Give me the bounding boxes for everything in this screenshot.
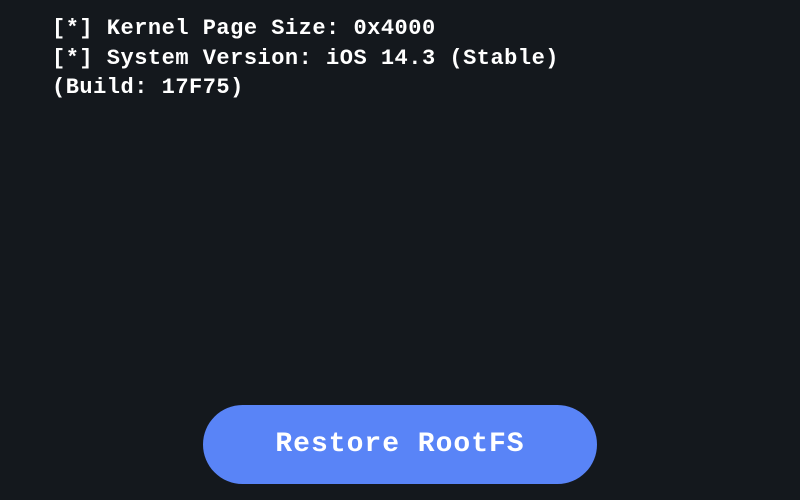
log-line: (Build: 17F75) xyxy=(52,73,800,103)
log-line: [*] Kernel Page Size: 0x4000 xyxy=(52,14,800,44)
log-line: [*] System Version: iOS 14.3 (Stable) xyxy=(52,44,800,74)
log-output: [*] Kernel Page Size: 0x4000 [*] System … xyxy=(0,0,800,103)
action-bar: Restore RootFS xyxy=(0,405,800,484)
restore-rootfs-button[interactable]: Restore RootFS xyxy=(203,405,596,484)
